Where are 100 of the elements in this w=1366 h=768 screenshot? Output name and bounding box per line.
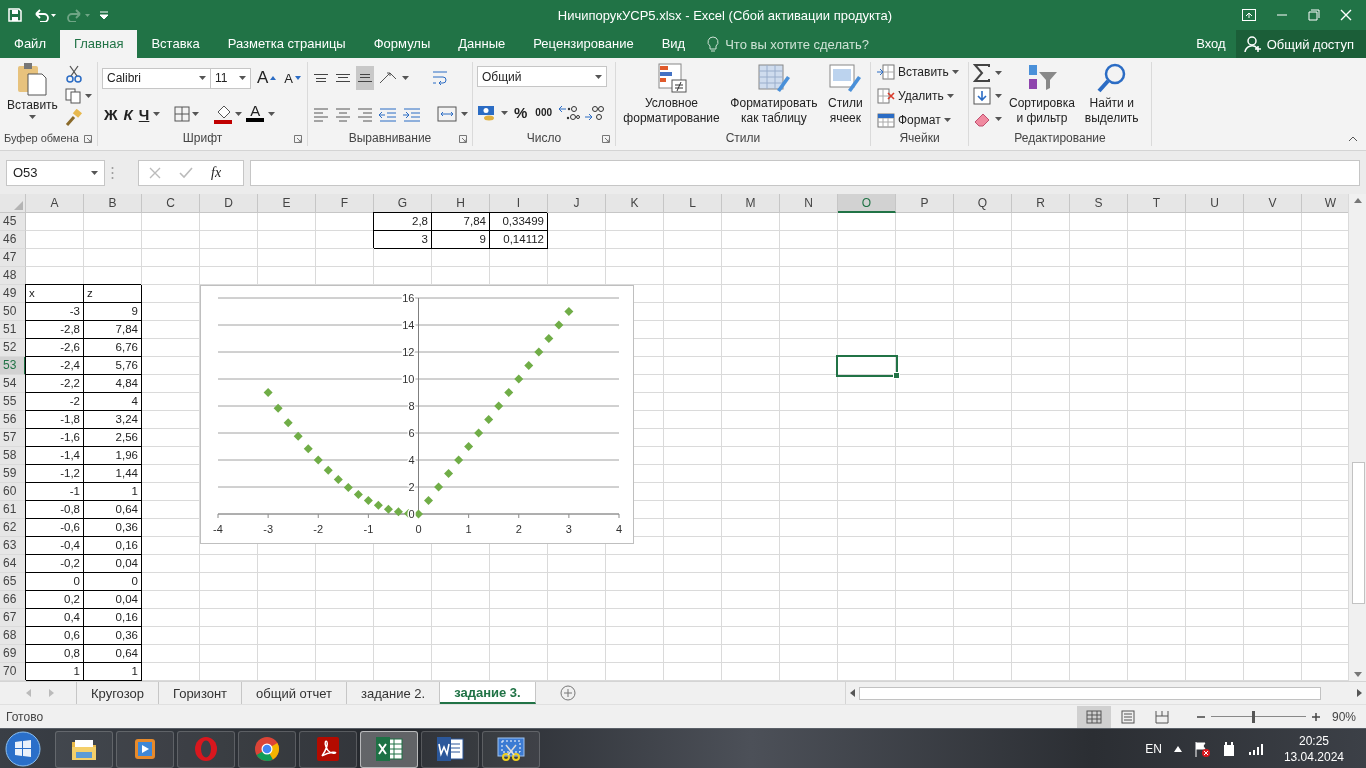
fill-color-icon[interactable] [213, 104, 234, 124]
taskbar-button[interactable] [421, 730, 479, 768]
cut-icon[interactable] [64, 64, 83, 83]
dialog-launcher-icon[interactable] [459, 135, 467, 143]
row-header[interactable]: 58 [0, 447, 26, 465]
column-header[interactable]: E [258, 194, 316, 213]
column-header[interactable]: K [606, 194, 664, 213]
styles-button[interactable]: Стили ячеек [825, 62, 866, 130]
row-header[interactable]: 67 [0, 609, 26, 627]
undo-icon[interactable] [32, 8, 56, 22]
row-header[interactable]: 62 [0, 519, 26, 537]
sign-in-link[interactable]: Вход [1186, 30, 1236, 58]
dialog-launcher-icon[interactable] [294, 135, 302, 143]
column-header[interactable]: N [780, 194, 838, 213]
caret-icon[interactable] [951, 70, 959, 74]
add-sheet-icon[interactable] [559, 685, 576, 701]
scroll-down-icon[interactable] [1353, 672, 1362, 677]
vertical-align-button[interactable] [356, 66, 374, 90]
row-header[interactable]: 60 [0, 483, 26, 501]
dialog-launcher-icon[interactable] [602, 135, 610, 143]
borders-icon[interactable] [174, 106, 191, 122]
row-header[interactable]: 66 [0, 591, 26, 609]
editing-button[interactable]: Найти и выделить [1081, 62, 1142, 130]
column-header[interactable]: T [1128, 194, 1186, 213]
ribbon-display-icon[interactable] [1242, 9, 1256, 21]
column-header[interactable]: M [722, 194, 780, 213]
taskbar-button[interactable] [55, 730, 113, 768]
ribbon-tab[interactable]: Разметка страницы [213, 30, 360, 58]
number-format-field[interactable]: Общий [477, 66, 607, 88]
thousands-button[interactable]: 000 [533, 100, 555, 125]
currency-icon[interactable] [477, 103, 497, 122]
cells-button[interactable]: Удалить [875, 86, 964, 106]
row-header[interactable]: 55 [0, 393, 26, 411]
caret-icon[interactable] [28, 115, 36, 119]
scrollbar-thumb[interactable] [1352, 462, 1365, 604]
editing-button[interactable]: Сортировка и фильтр [1006, 62, 1078, 130]
caret-icon[interactable] [198, 76, 206, 80]
caret-icon[interactable] [153, 112, 161, 116]
column-header[interactable]: Q [954, 194, 1012, 213]
underline-button[interactable]: Ч [136, 102, 152, 126]
caret-icon[interactable] [461, 112, 468, 116]
scroll-up-icon[interactable] [1353, 198, 1362, 203]
percent-button[interactable]: % [512, 100, 530, 125]
lightbulb-icon[interactable] [707, 36, 720, 52]
zoom-level[interactable]: 90% [1331, 709, 1356, 724]
caret-icon[interactable] [995, 116, 1002, 121]
row-header[interactable]: 64 [0, 555, 26, 573]
row-header[interactable]: 70 [0, 663, 26, 681]
cell-cursor[interactable] [836, 355, 898, 377]
row-header[interactable]: 54 [0, 375, 26, 393]
share-button[interactable]: Общий доступ [1235, 30, 1366, 58]
name-box[interactable]: O53 [6, 159, 105, 186]
row-header[interactable]: 45 [0, 213, 26, 231]
row-header[interactable]: 61 [0, 501, 26, 519]
row-header[interactable]: 47 [0, 249, 26, 267]
row-header[interactable]: 56 [0, 411, 26, 429]
restore-icon[interactable] [1308, 9, 1320, 21]
column-header[interactable]: S [1070, 194, 1128, 213]
column-header[interactable]: D [200, 194, 258, 213]
caret-icon[interactable] [595, 74, 602, 79]
column-header[interactable]: B [84, 194, 142, 213]
copy-icon[interactable] [64, 88, 81, 104]
ribbon-tab[interactable]: Формулы [359, 30, 445, 58]
column-header[interactable]: R [1012, 194, 1070, 213]
vertical-scrollbar[interactable] [1348, 194, 1366, 681]
increase-decimal-icon[interactable] [558, 103, 581, 122]
ribbon-tab[interactable]: Рецензирование [519, 30, 648, 58]
italic-button[interactable]: К [121, 102, 135, 126]
signal-icon[interactable] [1247, 743, 1264, 755]
caret-icon[interactable] [943, 118, 951, 122]
column-header[interactable]: W [1302, 194, 1348, 213]
caret-icon[interactable] [946, 94, 954, 98]
caret-icon[interactable] [501, 110, 508, 115]
tell-me-field[interactable]: Что вы хотите сделать? [725, 36, 896, 52]
zoom-thumb[interactable] [1252, 710, 1256, 723]
spreadsheet-icon[interactable] [374, 735, 404, 763]
row-header[interactable]: 65 [0, 573, 26, 591]
caret-icon[interactable] [995, 94, 1002, 98]
view-button[interactable] [1076, 705, 1111, 728]
format-painter-icon[interactable] [64, 109, 83, 128]
circle-icon[interactable] [253, 735, 281, 763]
paste-button[interactable]: Вставить [4, 62, 61, 130]
language-indicator[interactable]: EN [1145, 742, 1162, 756]
column-header[interactable]: V [1244, 194, 1302, 213]
document-icon[interactable] [435, 735, 465, 763]
dialog-launcher-icon[interactable] [84, 135, 92, 143]
pdf-icon[interactable] [314, 735, 342, 763]
font-name-field[interactable]: Calibri [102, 67, 211, 89]
flag-icon[interactable] [1193, 741, 1210, 757]
formula-input[interactable] [250, 159, 1360, 186]
row-header[interactable]: 52 [0, 339, 26, 357]
caret-icon[interactable] [84, 94, 92, 98]
shrink-font-button[interactable]: A [282, 66, 303, 90]
caret-icon[interactable] [91, 170, 98, 175]
row-header[interactable]: 46 [0, 231, 26, 249]
sum-icon[interactable] [973, 64, 991, 83]
row-header[interactable]: 69 [0, 645, 26, 663]
insert-function-button[interactable]: fx [211, 164, 222, 181]
row-header[interactable]: 63 [0, 537, 26, 555]
clock[interactable]: 20:25 13.04.2024 [1283, 733, 1344, 765]
